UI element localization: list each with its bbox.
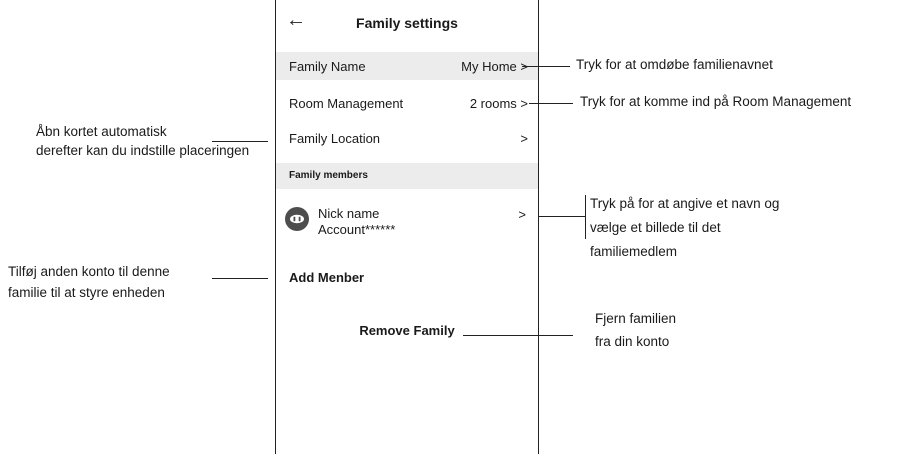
family-name-value: My Home > xyxy=(461,59,528,74)
header: ← Family settings xyxy=(276,0,538,44)
room-management-row[interactable]: Room Management 2 rooms > xyxy=(276,89,538,117)
annotation-add-line2: familie til at styre enheden xyxy=(8,285,165,300)
annotation-location-line2: derefter kan du indstille placeringen xyxy=(36,143,250,158)
phone-screen: ← Family settings Family Name My Home > … xyxy=(275,0,539,454)
family-name-row[interactable]: Family Name My Home > xyxy=(276,52,538,80)
callout-line-rename xyxy=(522,66,570,67)
family-location-row[interactable]: Family Location > xyxy=(276,124,538,152)
annotation-add-line1: Tilføj anden konto til denne xyxy=(8,264,170,279)
avatar-glyph xyxy=(290,214,304,224)
callout-line-room xyxy=(529,103,573,104)
annotation-member-line1: Tryk på for at angive et navn og xyxy=(590,196,780,211)
family-location-label: Family Location xyxy=(289,131,381,146)
page-title: Family settings xyxy=(356,15,458,31)
callout-line-add xyxy=(212,278,268,279)
annotation-remove-line1: Fjern familien xyxy=(595,311,677,326)
family-name-label: Family Name xyxy=(289,59,366,74)
callout-line-remove xyxy=(463,335,573,336)
room-management-label: Room Management xyxy=(289,96,404,111)
annotation-location-line1: Åbn kortet automatisk xyxy=(36,124,167,139)
annotation-rename: Tryk for at omdøbe familienavnet xyxy=(576,57,773,72)
add-member-button[interactable]: Add Menber xyxy=(289,270,364,285)
room-management-value: 2 rooms > xyxy=(469,96,528,111)
member-name: Nick name xyxy=(318,206,380,221)
section-title: Family members xyxy=(289,170,368,181)
annotation-member-line2: vælge et billede til det xyxy=(590,220,721,235)
annotation-room-management: Tryk for at komme ind på Room Management xyxy=(580,94,852,109)
family-members-section: Family members xyxy=(276,163,538,189)
callout-bracket-member xyxy=(585,195,586,239)
annotation-member-line3: familiemedlem xyxy=(590,244,678,259)
avatar-icon xyxy=(285,207,309,231)
annotation-remove-line2: fra din konto xyxy=(595,334,670,349)
callout-line-member xyxy=(538,216,585,217)
member-chevron: > xyxy=(518,207,526,222)
family-location-chevron: > xyxy=(520,131,528,146)
member-account: Account****** xyxy=(318,222,396,237)
